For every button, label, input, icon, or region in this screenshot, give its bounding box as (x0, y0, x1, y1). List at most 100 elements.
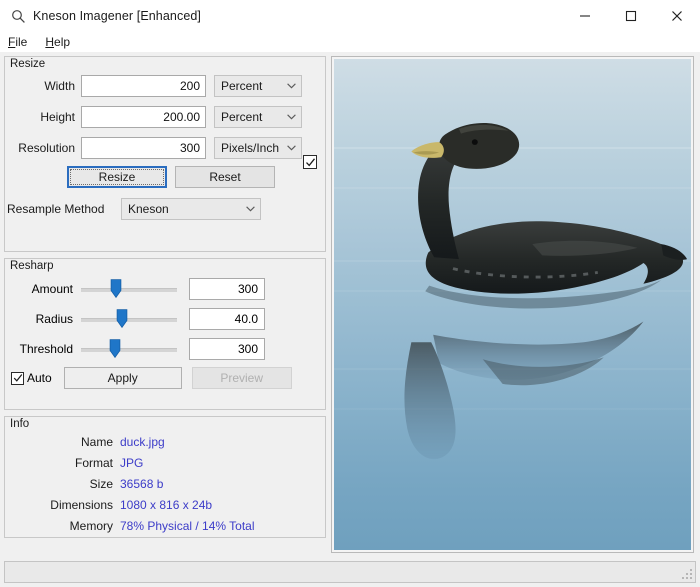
radius-input[interactable]: 40.0 (189, 307, 265, 330)
resample-row: Resample Method Kneson (5, 197, 325, 221)
threshold-slider[interactable] (81, 338, 177, 360)
info-key-size: Size (89, 476, 113, 491)
info-value-format: JPG (120, 455, 144, 470)
resample-method-select[interactable]: Kneson (121, 198, 261, 220)
preview-column (326, 52, 696, 559)
chevron-down-icon (246, 206, 255, 212)
menu-item-file-label: ile (15, 35, 28, 49)
resample-label: Resample Method (7, 202, 105, 216)
info-key-name: Name (80, 434, 113, 449)
resolution-unit-value: Pixels/Inch (221, 141, 280, 155)
height-input[interactable]: 200.00 (81, 106, 206, 128)
info-value-dimensions: 1080 x 816 x 24b (120, 497, 213, 512)
info-key-format: Format (74, 455, 113, 470)
menu-item-help[interactable]: Help (45, 35, 70, 49)
chevron-down-icon (287, 83, 296, 89)
resize-group-title: Resize (10, 58, 46, 70)
radius-slider-thumb[interactable] (116, 308, 128, 328)
title-bar: Kneson Imagener [Enhanced] (0, 0, 700, 32)
threshold-slider-thumb[interactable] (109, 338, 120, 358)
window-title: Kneson Imagener [Enhanced] (33, 9, 201, 23)
app-window: Kneson Imagener [Enhanced] File Help Res… (0, 0, 700, 587)
info-value-size: 36568 b (120, 476, 164, 491)
resize-group: Resize Width 200 Percent Height 200.00 P… (4, 56, 326, 252)
menu-item-file[interactable]: File (8, 35, 27, 49)
info-row-memory: Memory 78% Physical / 14% Total (5, 515, 325, 536)
preview-button: Preview (191, 367, 292, 389)
chevron-down-icon (287, 145, 296, 151)
slider-thumb-icon (110, 278, 121, 298)
threshold-row: Threshold 300 (5, 335, 325, 362)
auto-label: Auto (27, 371, 52, 385)
threshold-input[interactable]: 300 (189, 337, 265, 360)
maximize-button[interactable] (608, 0, 654, 32)
width-input[interactable]: 200 (81, 75, 206, 97)
resize-button[interactable]: Resize (67, 166, 167, 188)
apply-row: Auto Apply Preview (5, 367, 325, 389)
resharp-group: Resharp Amount 300 Radius 40.0 Threshold… (4, 258, 326, 410)
width-unit-value: Percent (221, 79, 263, 93)
minimize-icon (580, 15, 590, 17)
radius-row: Radius 40.0 (5, 305, 325, 332)
window-controls (562, 0, 700, 32)
info-group: Info Name duck.jpg Format JPG Size 36568… (4, 416, 326, 538)
slider-thumb-icon (116, 308, 128, 328)
chevron-down-icon (287, 114, 296, 120)
image-preview-panel[interactable] (331, 56, 694, 553)
info-value-memory: 78% Physical / 14% Total (120, 518, 255, 533)
menu-bar: File Help (0, 32, 700, 52)
minimize-button[interactable] (562, 0, 608, 32)
slider-track (81, 347, 177, 352)
height-label: Height (40, 110, 75, 124)
slider-track (81, 317, 177, 322)
info-key-memory: Memory (69, 518, 113, 533)
status-bar (4, 561, 696, 583)
radius-label: Radius (35, 311, 73, 326)
height-row: Height 200.00 Percent (5, 104, 325, 130)
auto-checkbox[interactable] (11, 371, 24, 385)
resize-button-row: Resize Reset (67, 166, 325, 188)
amount-label: Amount (31, 281, 73, 296)
amount-input[interactable]: 300 (189, 277, 265, 300)
info-value-name: duck.jpg (120, 434, 165, 449)
height-unit-select[interactable]: Percent (214, 106, 302, 128)
width-row: Width 200 Percent (5, 73, 325, 99)
threshold-label: Threshold (19, 341, 73, 356)
slider-track (81, 287, 177, 292)
info-group-title: Info (10, 418, 30, 430)
duck-illustration (404, 123, 688, 460)
duck-photo (334, 59, 691, 550)
resolution-label: Resolution (18, 141, 75, 155)
aspect-ratio-checkbox[interactable] (303, 155, 317, 169)
info-row-format: Format JPG (5, 452, 325, 473)
checkmark-icon (13, 374, 22, 382)
info-key-dimensions: Dimensions (50, 497, 113, 512)
close-button[interactable] (654, 0, 700, 32)
maximize-icon (625, 10, 637, 22)
checkmark-icon (305, 157, 315, 166)
amount-slider[interactable] (81, 278, 177, 300)
resolution-unit-select[interactable]: Pixels/Inch (214, 137, 302, 159)
resolution-input[interactable]: 300 (81, 137, 206, 159)
width-label: Width (44, 79, 75, 93)
resample-method-value: Kneson (128, 202, 169, 216)
info-row-size: Size 36568 b (5, 473, 325, 494)
main-content: Resize Width 200 Percent Height 200.00 P… (0, 52, 700, 559)
amount-row: Amount 300 (5, 275, 325, 302)
menu-item-help-label: elp (54, 35, 71, 49)
info-row-name: Name duck.jpg (5, 431, 325, 452)
apply-button[interactable]: Apply (63, 367, 182, 389)
resize-grip-icon[interactable] (681, 568, 693, 580)
height-unit-value: Percent (221, 110, 263, 124)
resharp-group-title: Resharp (10, 260, 54, 272)
magnifier-icon (9, 7, 27, 25)
info-row-dimensions: Dimensions 1080 x 816 x 24b (5, 494, 325, 515)
controls-column: Resize Width 200 Percent Height 200.00 P… (4, 52, 326, 559)
width-unit-select[interactable]: Percent (214, 75, 302, 97)
resolution-row: Resolution 300 Pixels/Inch (5, 135, 325, 161)
close-icon (672, 11, 682, 21)
slider-thumb-icon (109, 338, 120, 358)
reset-button[interactable]: Reset (175, 166, 275, 188)
radius-slider[interactable] (81, 308, 177, 330)
amount-slider-thumb[interactable] (110, 278, 121, 298)
